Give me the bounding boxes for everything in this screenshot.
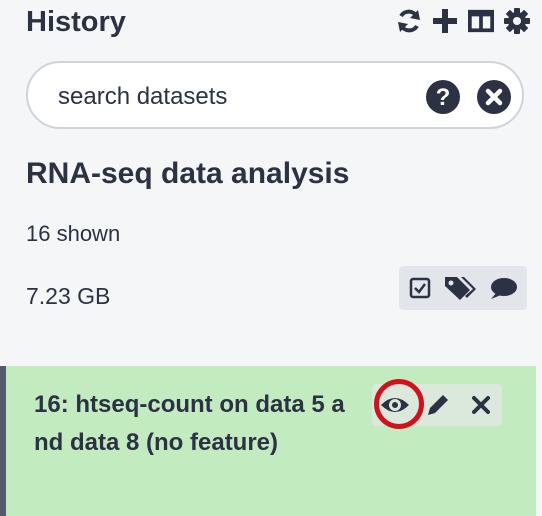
gear-icon[interactable] — [504, 8, 530, 34]
close-icon[interactable] — [462, 386, 500, 424]
history-tools — [399, 266, 527, 310]
pencil-icon[interactable] — [419, 386, 457, 424]
check-square-icon[interactable] — [409, 277, 431, 299]
dataset-item[interactable]: 16: htseq-count on data 5 and data 8 (no… — [0, 366, 536, 516]
eye-icon[interactable] — [376, 386, 414, 424]
comment-icon[interactable] — [489, 276, 517, 300]
dataset-actions — [372, 384, 502, 426]
plus-icon[interactable] — [432, 8, 458, 34]
history-size: 7.23 GB — [26, 283, 111, 309]
sync-icon[interactable] — [396, 8, 422, 34]
shown-count: 16 shown — [26, 221, 121, 246]
search-input[interactable] — [56, 77, 420, 117]
svg-text:?: ? — [436, 84, 451, 111]
tags-icon[interactable] — [443, 275, 477, 301]
help-icon[interactable]: ? — [426, 80, 460, 114]
history-toolbar — [396, 8, 530, 34]
dataset-title[interactable]: 16: htseq-count on data 5 and data 8 (no… — [34, 386, 354, 462]
clear-search-icon[interactable] — [477, 80, 511, 114]
columns-icon[interactable] — [468, 8, 494, 34]
history-title: History — [26, 6, 126, 38]
search-box: ? — [26, 61, 524, 129]
history-name[interactable]: RNA-seq data analysis — [26, 157, 349, 191]
